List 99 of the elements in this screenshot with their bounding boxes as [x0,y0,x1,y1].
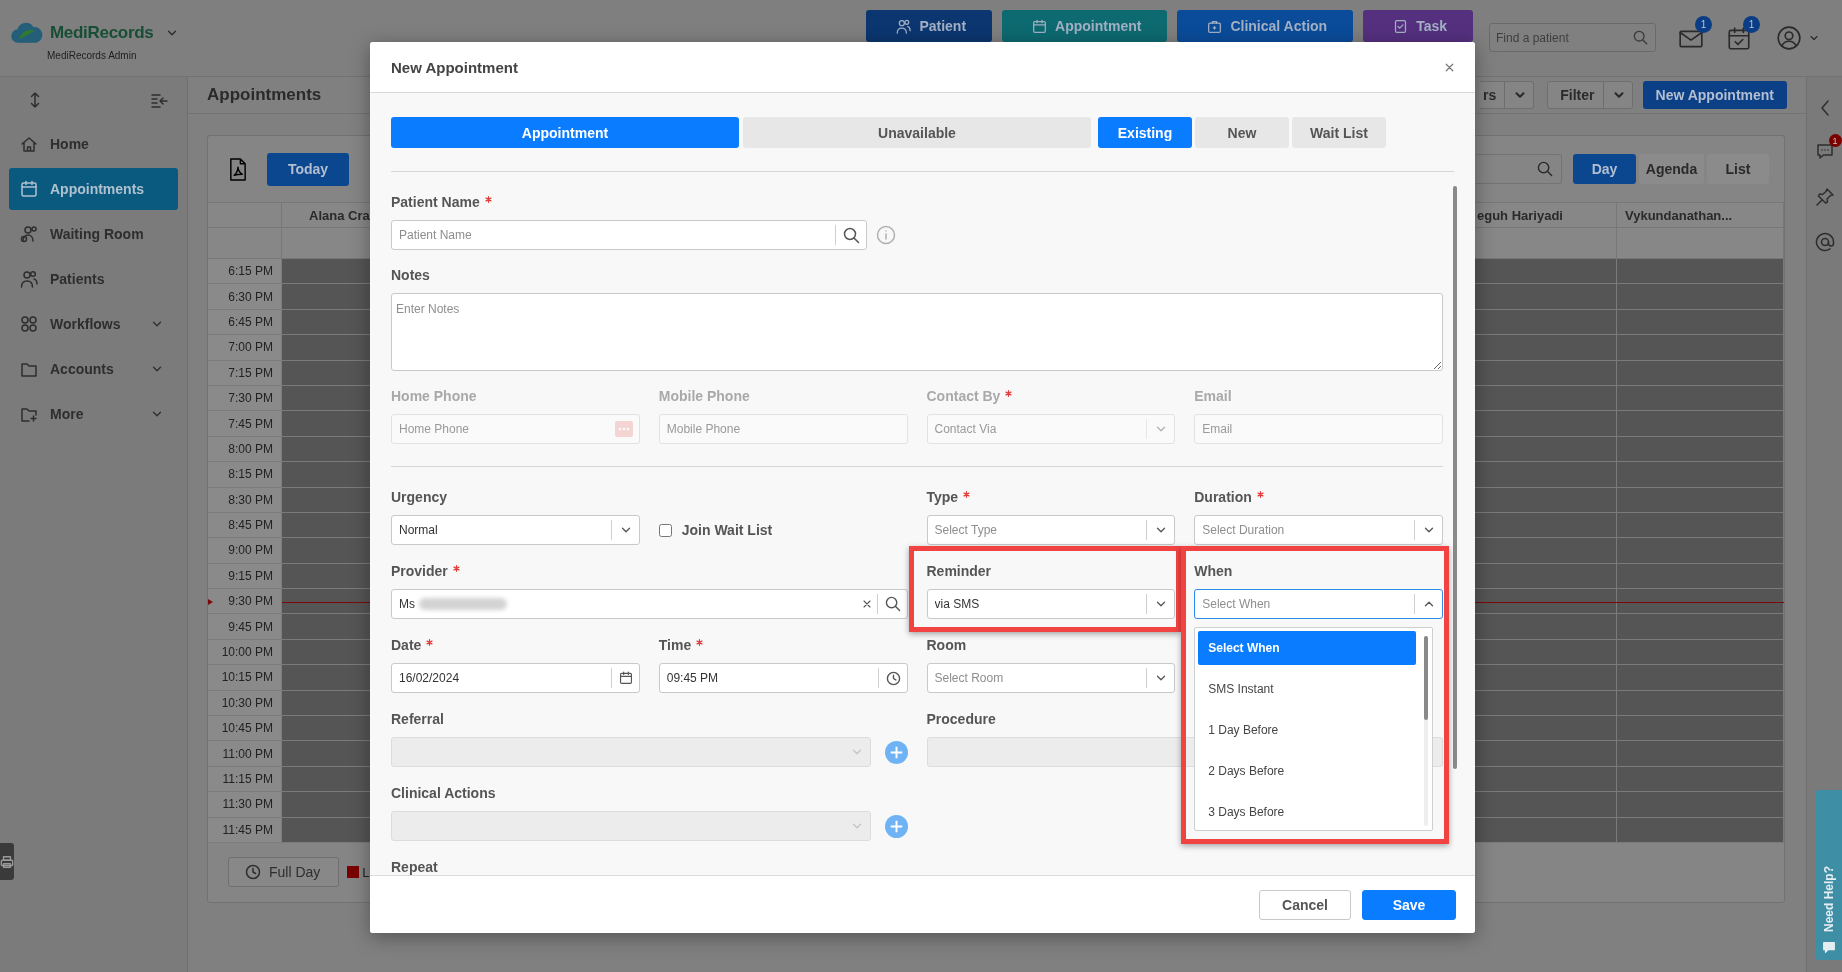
field-label: Time [658,636,692,654]
mode-tab[interactable]: Appointment [391,117,739,148]
select-field[interactable]: via SMS [926,589,1176,619]
time-label: 9:00 PM [208,538,282,564]
search-field[interactable]: Find a patient [1489,23,1656,52]
notification-badge: 1 [1743,16,1760,33]
field-label: Procedure [926,710,996,728]
view-tab[interactable]: List [1707,154,1769,184]
time-label: 8:45 PM [208,512,282,539]
view-tab[interactable]: Day [1573,154,1636,184]
sidebar-item[interactable]: More [9,393,178,435]
field-label: Contact By [926,387,1001,405]
account-name: MediRecords Admin [47,50,138,61]
select-field[interactable]: Normal [391,515,640,545]
field-label: Duration [1194,488,1252,506]
time-label: 11:15 PM [208,766,282,793]
time-label: 11:45 PM [208,817,282,843]
help-tab[interactable]: Need Help? [1815,790,1842,960]
field-label: Room [926,636,967,654]
text-field[interactable]: Email [1194,414,1443,444]
page-title: Appointments [207,85,322,105]
field-label: Urgency [391,488,448,506]
field-label: Home Phone [391,387,477,405]
time-label: 6:45 PM [208,309,282,336]
time-label: 7:45 PM [208,411,282,437]
column-header: eguh Hariyadi [1475,203,1617,228]
notes-field[interactable]: Enter Notes [391,293,1443,371]
header-action-button[interactable]: Appointment [1002,10,1168,42]
dropdown-button[interactable]: rs [1479,81,1535,109]
time-label: 10:45 PM [208,716,282,742]
sidebar-item[interactable]: Waiting Room [9,213,178,255]
header-action-button[interactable]: Task [1363,10,1473,42]
time-label: 9:15 PM [208,563,282,590]
checkbox-label: Join Wait List [681,522,773,538]
dropdown-option[interactable]: SMS Instant [1198,672,1417,706]
full-day-button[interactable]: Full Day [228,857,340,888]
dropdown-option[interactable]: 2 Days Before [1198,754,1417,788]
time-label: 9:45 PM [208,614,282,640]
field-label: Repeat [391,858,438,875]
patient-type-tab[interactable]: Existing [1098,117,1192,148]
select-field[interactable]: Select When [1194,589,1443,619]
sidebar-item[interactable]: Appointments [9,168,178,210]
new-appointment-button[interactable]: New Appointment [1642,81,1787,109]
date-field[interactable]: 16/02/2024 [391,663,640,693]
time-label: 7:15 PM [208,360,282,386]
field-label: When [1194,562,1233,580]
field-label: Email [1194,387,1232,405]
today-button[interactable]: Today [267,152,349,186]
field-label: Mobile Phone [658,387,750,405]
field-label: Notes [391,266,430,284]
app-logo-text: MediRecords [50,23,154,43]
dropdown-button[interactable]: Filter [1547,81,1633,109]
time-field[interactable]: 09:45 PM [658,663,908,693]
time-label: 10:30 PM [208,690,282,717]
mode-tab[interactable]: Unavailable [743,117,1091,148]
text-field[interactable]: Mobile Phone [658,414,908,444]
time-label: 8:00 PM [208,436,282,463]
cancel-button[interactable]: Cancel [1259,889,1351,920]
field-label: Type [926,488,959,506]
patient-type-tab[interactable]: Wait List [1292,117,1386,148]
time-label: 7:30 PM [208,385,282,412]
legend-label: L [362,865,370,880]
column-header: Vykundanathan... [1617,203,1784,228]
sidebar-item[interactable]: Accounts [9,348,178,390]
dropdown-option[interactable]: 3 Days Before [1198,795,1417,829]
phone-field[interactable]: Home Phone [391,414,640,444]
sidebar-item[interactable]: Workflows [9,303,178,345]
sidebar-item[interactable]: Home [9,123,178,165]
search-field[interactable]: Patient Name [391,220,867,250]
field-label: Provider [391,562,448,580]
field-label: Referral [391,710,444,728]
notification-badge: 1 [1695,16,1712,33]
time-label: 6:30 PM [208,284,282,310]
time-label: 11:30 PM [208,792,282,818]
header-action-button[interactable]: Patient [866,10,993,42]
field-label: Clinical Actions [391,784,496,802]
time-label: 8:15 PM [208,462,282,488]
notification-badge: 1 [1828,134,1842,147]
time-label: 6:15 PM [208,259,282,285]
time-label: 8:30 PM [208,487,282,513]
save-button[interactable]: Save [1362,889,1456,920]
field-label: Patient Name [391,193,480,211]
view-tab[interactable]: Agenda [1639,154,1704,184]
field-label: Reminder [926,562,992,580]
time-label: 11:00 PM [208,741,282,767]
header-action-button[interactable]: Clinical Action [1177,10,1354,42]
time-label: 7:00 PM [208,335,282,361]
sidebar-item[interactable]: Patients [9,258,178,300]
dropdown-option[interactable]: Select When [1198,631,1417,665]
select-field[interactable]: Select Duration [1194,515,1443,545]
field-label: Date [391,636,422,654]
dropdown-option[interactable]: 1 Day Before [1198,713,1417,747]
select-field[interactable]: Select Type [926,515,1176,545]
search-field[interactable]: Ms [391,589,908,619]
time-label: 10:15 PM [208,665,282,691]
select-field[interactable]: Select Room [926,663,1176,693]
dialog-title: New Appointment [391,58,518,76]
time-label: 10:00 PM [208,639,282,666]
patient-type-tab[interactable]: New [1195,117,1289,148]
